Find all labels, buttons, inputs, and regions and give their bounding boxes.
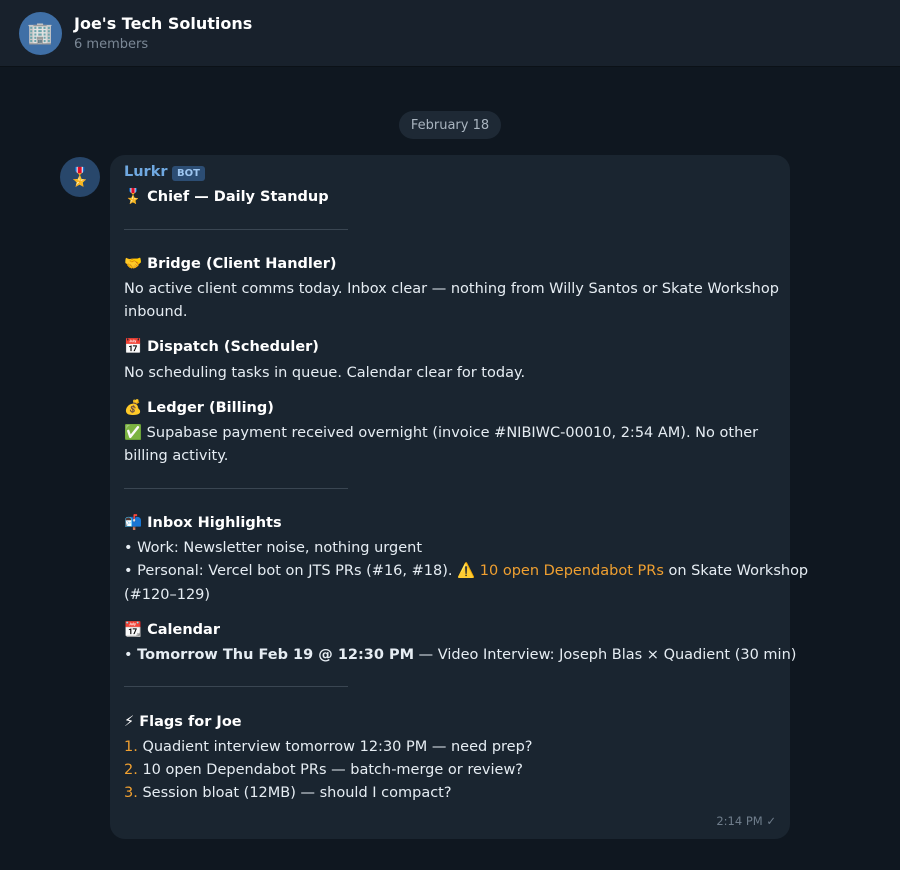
inbox-personal-line-2: (#120–129) (124, 587, 211, 603)
divider (124, 229, 348, 230)
dependabot-warning: 10 open Dependabot PRs (479, 563, 664, 579)
group-name[interactable]: Joe's Tech Solutions (74, 14, 252, 33)
message-bubble[interactable]: Lurkr BOT 🎖️ Chief — Daily Standup 🤝 Bri… (110, 155, 808, 839)
inbox-work-line: • Work: Newsletter noise, nothing urgent (124, 540, 423, 556)
member-count: 6 members (74, 37, 149, 52)
list-item: 2. 10 open Dependabot PRs — batch-merge … (124, 762, 524, 778)
mailbox-icon: 📬 (124, 515, 143, 531)
date-separator: February 18 (399, 111, 501, 139)
bridge-text-line-1: No active client comms today. Inbox clea… (124, 281, 779, 297)
dispatch-text: No scheduling tasks in queue. Calendar c… (124, 365, 526, 381)
building-icon: 🏢 (27, 21, 54, 45)
chat-header: 🏢 Joe's Tech Solutions 6 members (0, 0, 900, 67)
section-heading-calendar: 📆 Calendar (124, 622, 220, 638)
bridge-text-line-2: inbound. (124, 304, 188, 320)
lightning-icon: ⚡ (124, 714, 135, 730)
medal-icon: 🎖️ (68, 166, 92, 188)
warning-icon: ⚠️ (457, 563, 476, 579)
divider (124, 488, 348, 489)
sender-name[interactable]: Lurkr (124, 164, 168, 180)
money-bag-icon: 💰 (124, 400, 143, 416)
list-item: 1. Quadient interview tomorrow 12:30 PM … (124, 739, 533, 755)
calendar-event: • Tomorrow Thu Feb 19 @ 12:30 PM — Video… (124, 647, 797, 663)
message-timestamp: 2:14 PM ✓ (716, 814, 776, 828)
divider (124, 686, 348, 687)
ledger-text-line-1: ✅ Supabase payment received overnight (i… (124, 425, 759, 441)
group-avatar[interactable]: 🏢 (19, 12, 62, 55)
medal-icon: 🎖️ (124, 189, 143, 205)
bot-badge: BOT (172, 166, 205, 181)
section-heading-dispatch: 📅 Dispatch (Scheduler) (124, 339, 319, 355)
handshake-icon: 🤝 (124, 256, 143, 272)
calendar-icon: 📆 (124, 622, 143, 638)
section-heading-flags: ⚡ Flags for Joe (124, 714, 242, 730)
ledger-text-line-2: billing activity. (124, 448, 229, 464)
inbox-personal-line: • Personal: Vercel bot on JTS PRs (#16, … (124, 563, 809, 579)
section-heading-bridge: 🤝 Bridge (Client Handler) (124, 256, 337, 272)
section-heading-ledger: 💰 Ledger (Billing) (124, 400, 274, 416)
section-heading-inbox: 📬 Inbox Highlights (124, 515, 282, 531)
avatar[interactable]: 🎖️ (60, 157, 100, 197)
event-datetime: Tomorrow Thu Feb 19 @ 12:30 PM (137, 647, 415, 663)
message-title: 🎖️ Chief — Daily Standup (124, 189, 329, 205)
list-item: 3. Session bloat (12MB) — should I compa… (124, 785, 452, 801)
check-icon: ✅ (124, 425, 143, 441)
calendar-icon: 📅 (124, 339, 143, 355)
